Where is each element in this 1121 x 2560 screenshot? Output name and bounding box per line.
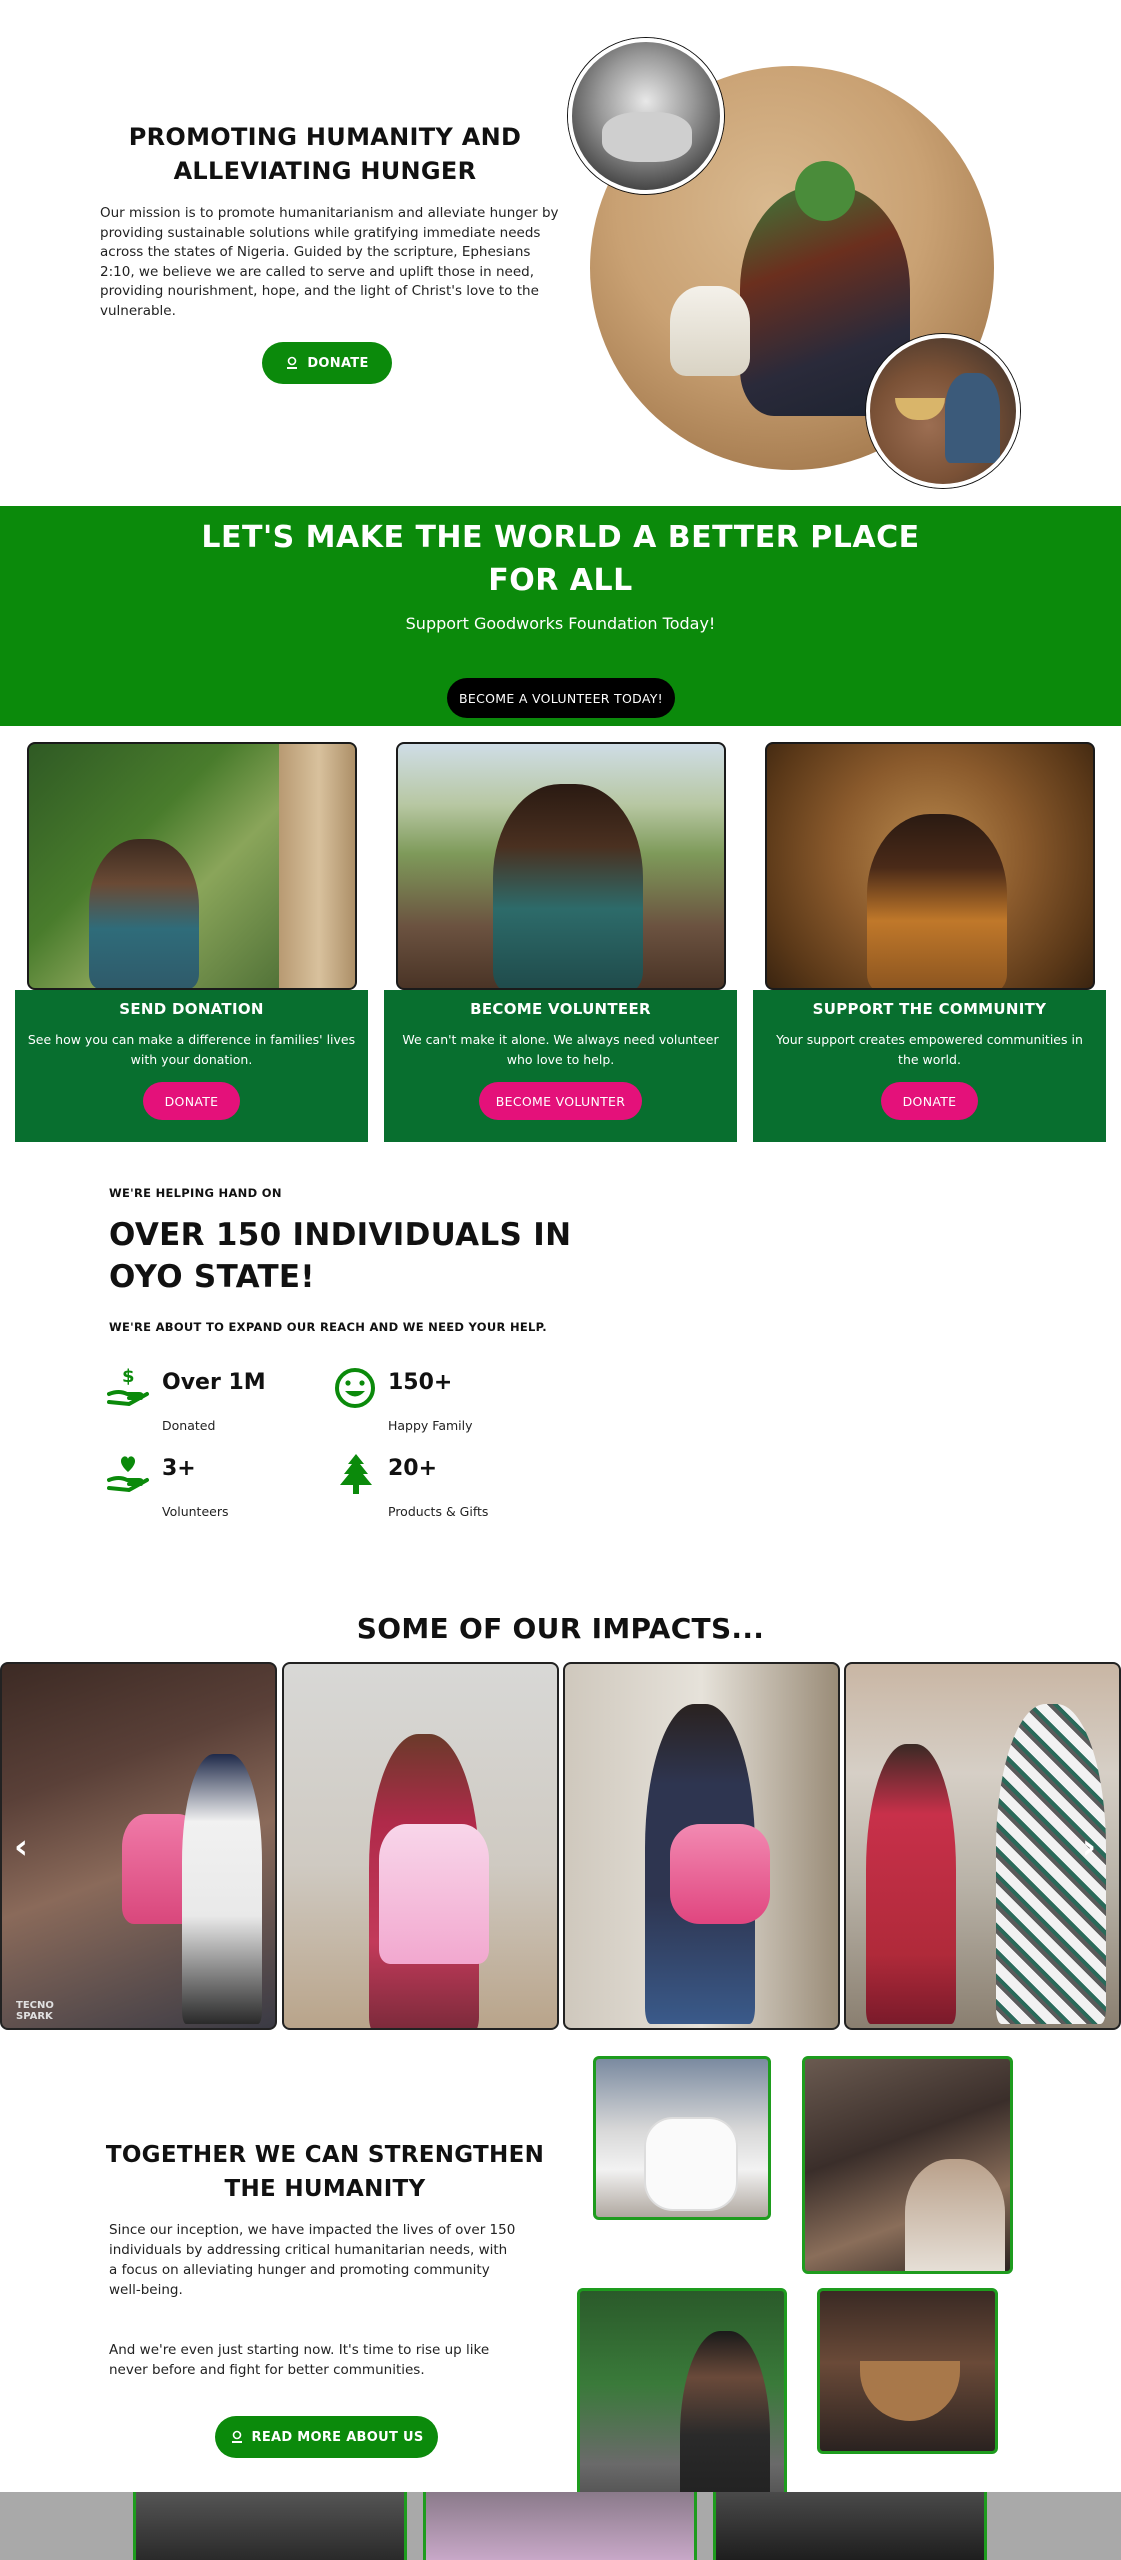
card-image-community: [765, 742, 1095, 990]
stats-section: WE'RE HELPING HAND ON OVER 150 INDIVIDUA…: [0, 1170, 1121, 1550]
hero-mission-text: Our mission is to promote humanitarianis…: [100, 205, 559, 319]
card-title-volunteer: BECOME VOLUNTEER: [470, 1000, 651, 1018]
support-donate-button[interactable]: DONATE: [881, 1082, 978, 1120]
impact-photo-3-bag: [670, 1824, 770, 1924]
stat-happy-family-label: Happy Family: [388, 1418, 473, 1433]
hero-section: PROMOTING HUMANITY AND ALLEVIATING HUNGE…: [0, 0, 1121, 505]
carousel-next-arrow[interactable]: ›: [1082, 1827, 1096, 1867]
impact-carousel[interactable]: TECNO SPARK ‹ ›: [0, 1662, 1121, 2030]
bottom-band-photo-3: [713, 2492, 987, 2560]
card-image-volunteer: [396, 742, 726, 990]
stats-heading: OVER 150 INDIVIDUALS IN OYO STATE!: [109, 1214, 571, 1298]
card-box-volunteer: BECOME VOLUNTEER We can't make it alone.…: [384, 990, 737, 1142]
card-title-donation: SEND DONATION: [119, 1000, 264, 1018]
volunteer-cta-button[interactable]: BECOME A VOLUNTEER TODAY!: [447, 678, 675, 718]
together-title-line2: THE HUMANITY: [224, 2176, 426, 2202]
impact-watermark-line1: TECNO: [16, 2000, 54, 2011]
read-more-button[interactable]: READ MORE ABOUT US: [215, 2416, 438, 2458]
gallery-photo-2-person: [905, 2159, 1005, 2271]
read-more-hand-icon: [230, 2430, 244, 2444]
become-volunteer-button[interactable]: BECOME VOLUNTER: [479, 1082, 642, 1120]
stat-donated-label: Donated: [162, 1418, 216, 1433]
cta-banner: LET'S MAKE THE WORLD A BETTER PLACE FOR …: [0, 506, 1121, 726]
card-title-community: SUPPORT THE COMMUNITY: [812, 1000, 1047, 1018]
gallery-photo-4-bowl: [860, 2361, 960, 2421]
stat-products-label: Products & Gifts: [388, 1504, 489, 1519]
donate-hand-icon: [285, 356, 299, 370]
together-para1: Since our inception, we have impacted th…: [109, 2222, 516, 2298]
card-box-community: SUPPORT THE COMMUNITY Your support creat…: [753, 990, 1106, 1142]
impacts-title: SOME OF OUR IMPACTS...: [356, 1612, 765, 1645]
banner-subtitle: Support Goodworks Foundation Today!: [405, 614, 716, 633]
carousel-prev-arrow[interactable]: ‹: [14, 1827, 28, 1867]
hero-title-line1: PROMOTING HUMANITY AND: [128, 123, 522, 151]
impact-photo-1-person: [182, 1754, 262, 2024]
impact-photo-2-bag: [379, 1824, 489, 1964]
hand-dollar-icon: $: [107, 1366, 151, 1412]
stat-products-number: 20+: [388, 1456, 438, 1481]
smiley-icon: [333, 1366, 377, 1414]
feature-cards: SEND DONATION See how you can make a dif…: [0, 742, 1121, 1142]
stat-donated-number: Over 1M: [162, 1370, 266, 1395]
hero-small-photo-top: [568, 38, 724, 194]
send-donation-button[interactable]: DONATE: [143, 1082, 240, 1120]
hero-small-photo-person: [945, 373, 1000, 463]
together-title-line1: TOGETHER WE CAN STRENGTHEN: [105, 2142, 545, 2168]
banner-title-line2: FOR ALL: [488, 563, 633, 598]
together-para2: And we're even just starting now. It's t…: [109, 2342, 490, 2378]
card-image-child: [867, 814, 1007, 988]
impact-photo-1: TECNO SPARK: [0, 1662, 277, 2030]
banner-title-line1: LET'S MAKE THE WORLD A BETTER PLACE: [201, 520, 920, 555]
bottom-gallery-band: [0, 2492, 1121, 2560]
stat-volunteers: 3+ Volunteers: [107, 1452, 307, 1522]
stat-donated: $ Over 1M Donated: [107, 1366, 307, 1436]
card-image-donation: [27, 742, 357, 990]
hero-small-photo-hands: [602, 112, 692, 162]
hero-small-photo-bowl: [895, 398, 945, 420]
card-image-tap: [279, 744, 355, 988]
impact-watermark-line2: SPARK: [16, 2011, 53, 2022]
impact-watermark: TECNO SPARK: [16, 2000, 54, 2022]
tree-icon: [337, 1452, 375, 1500]
together-title: TOGETHER WE CAN STRENGTHEN THE HUMANITY: [100, 2138, 550, 2206]
stats-eyebrow: WE'RE HELPING HAND ON: [109, 1186, 282, 1200]
hero-photo-head: [795, 161, 855, 221]
bottom-band-photo-1: [133, 2492, 407, 2560]
stat-volunteers-number: 3+: [162, 1456, 196, 1481]
gallery-photo-1: [593, 2056, 771, 2220]
gallery-photo-2: [802, 2056, 1013, 2274]
gallery-photo-1-bags: [646, 2119, 736, 2209]
stat-happy-family-number: 150+: [388, 1370, 453, 1395]
card-text-donation: See how you can make a difference in fam…: [27, 1032, 356, 1067]
bottom-band-photo-2: [423, 2492, 697, 2560]
impact-photo-4-person1: [866, 1744, 956, 2024]
card-image-girl: [89, 839, 199, 988]
impact-photo-2: [282, 1662, 559, 2030]
hero-photo-bag: [670, 286, 750, 376]
stat-happy-family: 150+ Happy Family: [333, 1366, 533, 1436]
impact-photo-3: [563, 1662, 840, 2030]
impact-photo-4: [844, 1662, 1121, 2030]
stats-heading-line2: OYO STATE!: [109, 1259, 315, 1295]
stat-volunteers-label: Volunteers: [162, 1504, 229, 1519]
hero-title-line2: ALLEVIATING HUNGER: [173, 157, 477, 185]
hero-title: PROMOTING HUMANITY AND ALLEVIATING HUNGE…: [95, 120, 555, 188]
stats-heading-line1: OVER 150 INDIVIDUALS IN: [109, 1217, 572, 1253]
hero-donate-button[interactable]: DONATE: [262, 342, 392, 384]
stats-subheading: WE'RE ABOUT TO EXPAND OUR REACH AND WE N…: [109, 1320, 547, 1334]
card-image-boy: [493, 784, 643, 988]
hero-donate-label: DONATE: [307, 355, 369, 371]
card-text-volunteer: We can't make it alone. We always need v…: [402, 1032, 719, 1067]
gallery-photo-4: [817, 2288, 998, 2454]
svg-text:$: $: [122, 1366, 135, 1387]
card-text-community: Your support creates empowered communiti…: [776, 1032, 1083, 1067]
hand-heart-icon: [107, 1452, 151, 1498]
hero-small-photo-bottom: [866, 334, 1020, 488]
stat-products-gifts: 20+ Products & Gifts: [333, 1452, 533, 1522]
read-more-label: READ MORE ABOUT US: [251, 2429, 424, 2445]
impacts-section: SOME OF OUR IMPACTS... TECNO SPARK ‹ ›: [0, 1600, 1121, 2030]
card-box-donation: SEND DONATION See how you can make a dif…: [15, 990, 368, 1142]
banner-title: LET'S MAKE THE WORLD A BETTER PLACE FOR …: [0, 516, 1121, 602]
together-section: TOGETHER WE CAN STRENGTHEN THE HUMANITY …: [0, 2050, 1121, 2560]
